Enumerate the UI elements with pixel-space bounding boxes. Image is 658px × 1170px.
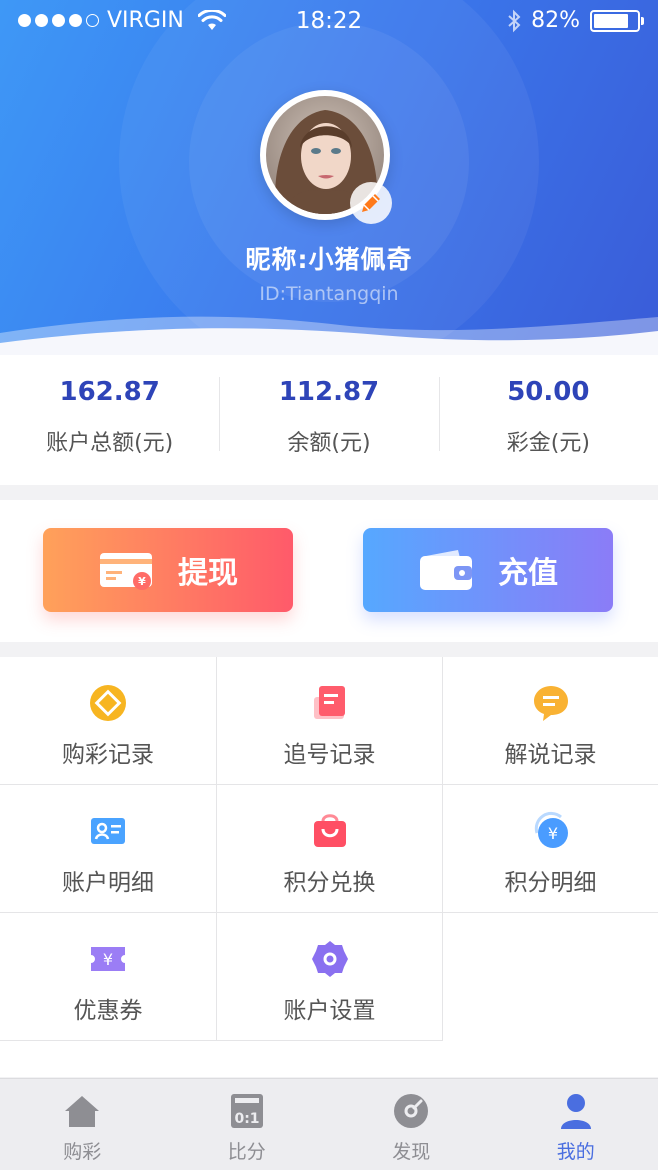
tab-label: 购彩	[63, 1141, 102, 1163]
svg-text:¥: ¥	[547, 824, 557, 843]
tab-buy[interactable]: 购彩	[0, 1079, 165, 1170]
edit-avatar-button[interactable]	[350, 182, 392, 224]
balance-value: 162.87	[59, 377, 160, 407]
tab-label: 发现	[392, 1141, 431, 1163]
chat-bubble-icon	[533, 686, 568, 721]
home-icon	[65, 1096, 100, 1127]
svg-text:¥: ¥	[103, 950, 113, 969]
menu-label: 追号记录	[283, 742, 376, 768]
balance-total[interactable]: 162.87 账户总额(元)	[0, 355, 219, 485]
user-nickname: 昵称:小猪佩奇	[245, 245, 413, 274]
balance-summary: 162.87 账户总额(元) 112.87 余额(元) 50.00 彩金(元)	[0, 355, 658, 485]
feature-grid: 购彩记录 追号记录 解说记录 账户明细 积分兑换 ¥ 积分明细 ¥ 优惠券 账户…	[0, 657, 658, 1077]
balance-value: 50.00	[507, 377, 590, 407]
menu-label: 解说记录	[504, 742, 597, 768]
tab-label: 比分	[227, 1141, 266, 1163]
balance-value: 112.87	[278, 377, 380, 407]
user-id: ID:Tiantangqin	[259, 283, 399, 305]
recharge-button[interactable]: 充值	[363, 528, 613, 612]
menu-account-details[interactable]: 账户明细	[0, 785, 217, 913]
recharge-label: 充值	[498, 556, 558, 591]
withdraw-button[interactable]: ¥ 提现	[43, 528, 293, 612]
menu-label: 账户设置	[283, 998, 376, 1024]
menu-account-settings[interactable]: 账户设置	[217, 913, 443, 1041]
menu-points-details[interactable]: ¥ 积分明细	[443, 785, 658, 913]
shopping-bag-icon	[313, 814, 346, 847]
menu-commentary-records[interactable]: 解说记录	[443, 657, 658, 785]
coupon-icon: ¥	[91, 947, 125, 971]
menu-label: 账户明细	[62, 870, 154, 896]
menu-chase-records[interactable]: 追号记录	[217, 657, 443, 785]
diamond-coin-icon	[90, 685, 126, 721]
balance-label: 彩金(元)	[506, 431, 590, 456]
balance-label: 账户总额(元)	[46, 431, 174, 456]
battery-fill	[594, 13, 628, 28]
menu-purchase-records[interactable]: 购彩记录	[0, 657, 217, 785]
battery-area: 82%	[507, 8, 644, 33]
svg-text:0:1: 0:1	[234, 1111, 259, 1127]
tab-bar: 购彩 0:1 比分 发现 我的	[0, 1078, 658, 1170]
menu-label: 购彩记录	[62, 742, 154, 768]
tab-discover[interactable]: 发现	[329, 1079, 494, 1170]
action-panel: ¥ 提现 充值	[0, 500, 658, 642]
pencil-icon	[362, 194, 380, 212]
menu-label: 优惠券	[73, 998, 143, 1024]
bluetooth-icon	[508, 9, 521, 32]
wallet-icon	[420, 550, 472, 590]
id-card-icon	[91, 818, 125, 844]
scoreboard-icon: 0:1	[230, 1094, 263, 1128]
status-bar: VIRGIN 18:22 82%	[0, 0, 658, 44]
balance-bonus[interactable]: 50.00 彩金(元)	[438, 355, 658, 485]
menu-label: 积分明细	[504, 870, 597, 896]
menu-coupons[interactable]: ¥ 优惠券	[0, 913, 217, 1041]
withdraw-label: 提现	[178, 556, 238, 591]
gear-icon	[311, 941, 348, 977]
user-icon	[560, 1094, 591, 1129]
document-icon	[313, 686, 345, 719]
compass-icon	[394, 1094, 429, 1128]
profile-header: VIRGIN 18:22 82% 昵称:小猪佩奇 ID:Tiantangqin	[0, 0, 658, 355]
svg-text:¥: ¥	[138, 575, 146, 588]
menu-points-exchange[interactable]: 积分兑换	[217, 785, 443, 913]
tab-mine[interactable]: 我的	[494, 1079, 658, 1170]
menu-label: 积分兑换	[283, 870, 376, 896]
yuan-coin-icon: ¥	[534, 811, 568, 848]
tab-scores[interactable]: 0:1 比分	[165, 1079, 330, 1170]
tab-label: 我的	[556, 1141, 595, 1163]
balance-label: 余额(元)	[287, 431, 371, 456]
battery-icon	[590, 9, 644, 32]
battery-percent: 82%	[531, 8, 580, 33]
balance-available[interactable]: 112.87 余额(元)	[219, 355, 438, 485]
card-icon: ¥	[100, 553, 152, 590]
